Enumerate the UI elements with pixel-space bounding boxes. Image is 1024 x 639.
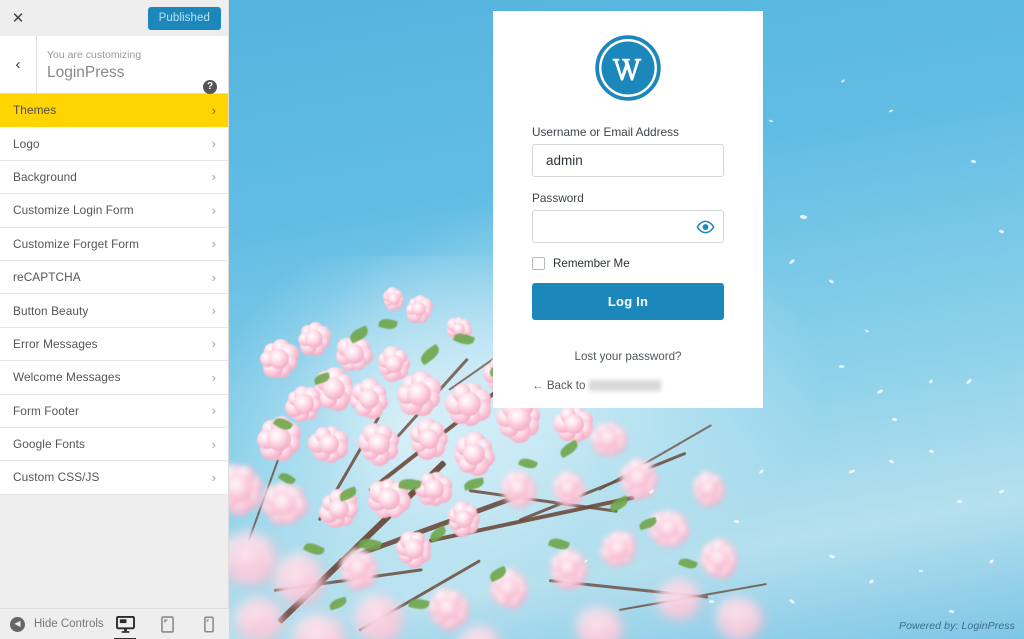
log-in-button[interactable]: Log In [532, 283, 724, 320]
chevron-right-icon: › [211, 236, 216, 252]
sidebar-item-label: Button Beauty [13, 303, 89, 318]
sidebar-item-customize-login-form[interactable]: Customize Login Form › [0, 194, 228, 228]
page-title: LoginPress [47, 63, 125, 81]
sidebar-item-label: Background [13, 169, 77, 184]
sidebar-header: ‹ You are customizing LoginPress ? [0, 36, 228, 94]
chevron-right-icon: › [211, 436, 216, 452]
sidebar-item-label: Themes [13, 103, 57, 118]
sidebar-item-google-fonts[interactable]: Google Fonts › [0, 427, 228, 462]
mobile-icon [204, 615, 214, 633]
sidebar-item-custom-css-js[interactable]: Custom CSS/JS › [0, 461, 228, 495]
sidebar-footer: ◀ Hide Controls [0, 608, 229, 639]
customizing-label: You are customizing [47, 48, 142, 61]
chevron-right-icon: › [211, 403, 216, 419]
panel-title-group: You are customizing LoginPress [37, 48, 228, 82]
redacted-site-name [589, 380, 662, 391]
sidebar-item-label: Custom CSS/JS [13, 470, 100, 485]
desktop-icon [115, 615, 135, 633]
sidebar-item-label: Logo [13, 136, 40, 151]
chevron-right-icon: › [211, 469, 216, 485]
sidebar-item-welcome-messages[interactable]: Welcome Messages › [0, 361, 228, 395]
password-label: Password [532, 191, 584, 205]
customizer-screen: Username or Email Address Password [0, 0, 1024, 639]
sidebar-item-label: Error Messages [13, 336, 98, 351]
tablet-icon [160, 615, 174, 633]
tablet-preview-button[interactable] [156, 609, 178, 639]
remember-me-row[interactable]: Remember Me [532, 257, 724, 270]
sidebar-item-recaptcha[interactable]: reCAPTCHA › [0, 260, 228, 295]
lost-password-link[interactable]: Lost your password? [575, 350, 682, 363]
chevron-right-icon: › [211, 369, 216, 385]
powered-by-label: Powered by: LoginPress [898, 620, 1015, 632]
sidebar-item-error-messages[interactable]: Error Messages › [0, 327, 228, 362]
eye-icon [696, 220, 714, 233]
site-preview-pane[interactable]: Username or Email Address Password [229, 0, 1024, 639]
sidebar-item-form-footer[interactable]: Form Footer › [0, 394, 228, 428]
chevron-right-icon: › [211, 202, 216, 218]
login-fields: Username or Email Address Password [493, 125, 763, 320]
sidebar-item-button-beauty[interactable]: Button Beauty › [0, 294, 228, 328]
publish-button[interactable]: Published [147, 6, 221, 30]
sidebar-item-label: Form Footer [13, 403, 79, 418]
back-to-site-link[interactable]: ← Back to [532, 379, 585, 392]
chevron-right-icon: › [211, 303, 216, 319]
desktop-preview-button[interactable] [114, 609, 136, 639]
customizer-menu-list: Themes › Logo › Background › Customize Login F… [0, 94, 228, 495]
device-preview-switcher [114, 609, 229, 639]
mobile-preview-button[interactable] [198, 609, 220, 639]
close-customizer-button[interactable]: ✕ [0, 0, 36, 36]
chevron-left-circle-icon: ◀ [10, 616, 25, 632]
hide-controls-button[interactable]: ◀ Hide Controls [10, 616, 104, 632]
lost-password-row: Lost your password? [493, 347, 763, 365]
sidebar-item-logo[interactable]: Logo › [0, 127, 228, 161]
sidebar-item-background[interactable]: Background › [0, 160, 228, 195]
back-button[interactable]: ‹ [0, 36, 37, 93]
sidebar-item-customize-forget-form[interactable]: Customize Forget Form › [0, 227, 228, 261]
logo-container [493, 11, 763, 101]
chevron-right-icon: › [211, 169, 216, 185]
sidebar-empty-area [0, 494, 228, 592]
sidebar-topbar: ✕ Published [0, 0, 228, 36]
hide-controls-label: Hide Controls [34, 618, 104, 630]
remember-me-label: Remember Me [553, 257, 630, 270]
sidebar-item-themes[interactable]: Themes › [0, 94, 228, 128]
chevron-right-icon: › [211, 336, 216, 352]
customizer-sidebar: ✕ Published ‹ You are customizing LoginP… [0, 0, 229, 639]
sidebar-item-label: reCAPTCHA [13, 270, 81, 285]
help-icon[interactable]: ? [203, 80, 217, 94]
show-password-button[interactable] [694, 216, 716, 238]
sidebar-item-label: Customize Forget Form [13, 236, 139, 251]
chevron-right-icon: › [211, 102, 216, 118]
back-to-row: ← Back to [493, 379, 763, 392]
wordpress-logo-icon [595, 35, 661, 101]
chevron-right-icon: › [211, 136, 216, 152]
sidebar-item-label: Welcome Messages [13, 370, 121, 385]
username-input[interactable] [532, 144, 724, 177]
login-form-card: Username or Email Address Password [493, 11, 763, 408]
password-group: Password [532, 191, 724, 243]
sidebar-item-label: Google Fonts [13, 437, 86, 452]
username-label: Username or Email Address [532, 125, 679, 139]
remember-me-checkbox[interactable] [532, 257, 545, 270]
sidebar-item-label: Customize Login Form [13, 203, 134, 218]
chevron-right-icon: › [211, 269, 216, 285]
